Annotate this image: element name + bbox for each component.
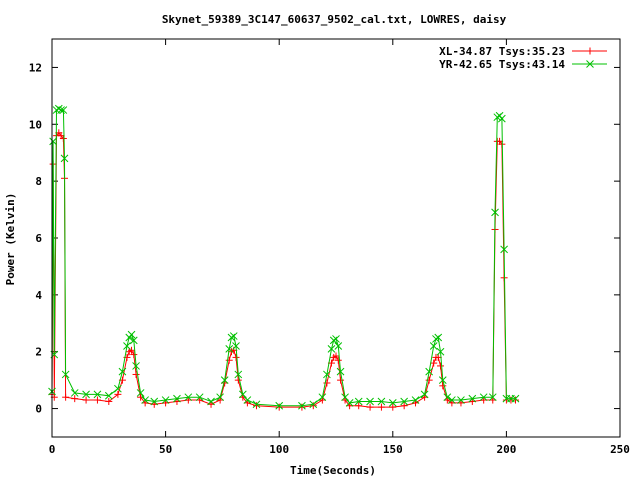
x-tick-label: 0 bbox=[49, 443, 56, 456]
y-tick-label: 6 bbox=[35, 232, 42, 245]
data-point bbox=[132, 370, 140, 378]
x-tick-label: 50 bbox=[159, 443, 172, 456]
data-point bbox=[127, 330, 136, 339]
data-point bbox=[71, 395, 79, 403]
y-tick-label: 0 bbox=[35, 403, 42, 416]
legend-label: XL-34.87 Tsys:35.23 bbox=[439, 45, 565, 58]
legend-swatch-marker bbox=[586, 47, 594, 55]
x-axis-ticks: 0 50 100 150 200 250 bbox=[49, 39, 630, 456]
y-tick-label: 12 bbox=[29, 61, 42, 74]
data-point bbox=[337, 376, 345, 384]
data-point bbox=[437, 362, 445, 370]
x-tick-label: 100 bbox=[269, 443, 289, 456]
series-line bbox=[51, 131, 516, 408]
plot-frame bbox=[51, 38, 621, 438]
chart-title: Skynet_59389_3C147_60637_9502_cal.txt, L… bbox=[162, 13, 507, 26]
chart: Skynet_59389_3C147_60637_9502_cal.txt, L… bbox=[4, 13, 630, 477]
y-axis-ticks: 0 2 4 6 8 10 12 bbox=[29, 61, 620, 416]
x-axis-label: Time(Seconds) bbox=[290, 464, 376, 477]
data-point bbox=[377, 403, 385, 411]
data-point bbox=[332, 335, 340, 343]
series-line bbox=[51, 108, 516, 407]
legend-label: YR-42.65 Tsys:43.14 bbox=[439, 58, 565, 71]
y-tick-label: 8 bbox=[35, 175, 42, 188]
x-tick-label: 200 bbox=[496, 443, 516, 456]
data-point bbox=[366, 403, 374, 411]
data-point bbox=[298, 403, 306, 411]
y-axis-label: Power (Kelvin) bbox=[4, 193, 17, 286]
data-point bbox=[82, 396, 90, 404]
data-point bbox=[232, 353, 240, 361]
x-tick-label: 150 bbox=[383, 443, 403, 456]
data-point bbox=[275, 403, 283, 411]
y-tick-label: 4 bbox=[35, 289, 42, 302]
data-point bbox=[93, 396, 101, 404]
y-tick-label: 2 bbox=[35, 346, 42, 359]
x-tick-label: 250 bbox=[610, 443, 630, 456]
legend: XL-34.87 Tsys:35.23YR-42.65 Tsys:43.14 bbox=[439, 45, 607, 71]
data-point bbox=[229, 332, 238, 340]
data-point bbox=[234, 376, 242, 384]
data-point bbox=[62, 393, 70, 401]
plot-area bbox=[48, 104, 520, 411]
data-point bbox=[309, 402, 317, 410]
series-2 bbox=[48, 104, 520, 410]
y-tick-label: 10 bbox=[29, 118, 42, 131]
